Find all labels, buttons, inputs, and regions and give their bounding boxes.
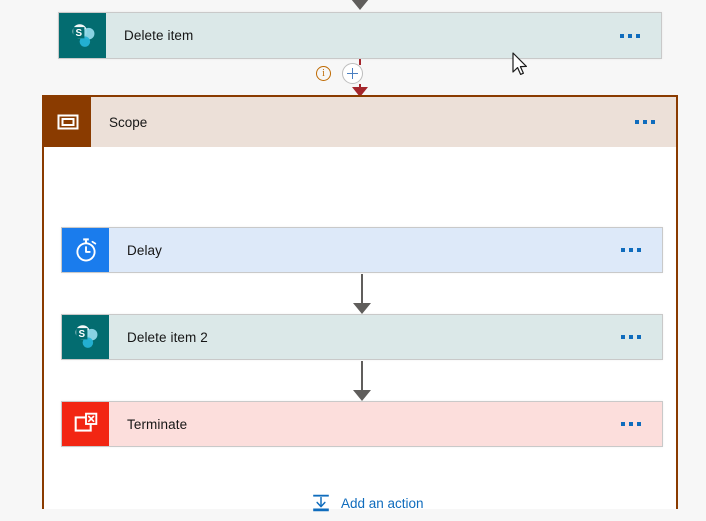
menu-dot — [637, 422, 641, 426]
action-card-label: Delete item — [124, 28, 194, 43]
insert-action-node[interactable]: i — [316, 63, 363, 84]
menu-dot — [629, 422, 633, 426]
menu-dot — [628, 33, 632, 38]
action-card-menu-button[interactable] — [608, 402, 662, 446]
connector-arrow-delete-to-terminate — [349, 361, 375, 401]
action-card-delete-item[interactable]: S Delete item — [58, 12, 662, 59]
menu-dot — [651, 120, 655, 124]
sharepoint-icon: S — [62, 315, 109, 359]
action-card-label: Delete item 2 — [127, 329, 208, 345]
scope-title: Scope — [109, 114, 148, 130]
scope-body: Delay S Delete item 2 Terminate Add an a… — [44, 147, 676, 512]
menu-dot — [621, 335, 625, 339]
stopwatch-icon — [62, 228, 109, 272]
scope-header[interactable]: Scope — [44, 97, 676, 147]
scope-rectangle-icon — [44, 97, 91, 147]
menu-dot — [635, 120, 639, 124]
action-card-menu-button[interactable] — [608, 315, 662, 359]
add-action-label: Add an action — [341, 495, 424, 511]
sharepoint-icon: S — [59, 13, 106, 58]
menu-dot — [637, 248, 641, 252]
menu-dot — [621, 422, 625, 426]
add-step-plus-button[interactable] — [342, 63, 363, 84]
add-an-action-button[interactable]: Add an action — [310, 492, 424, 514]
terminate-icon — [62, 402, 109, 446]
action-card-menu-button[interactable] — [607, 13, 661, 58]
svg-text:S: S — [78, 329, 85, 340]
info-icon[interactable]: i — [316, 66, 331, 81]
action-card-delay[interactable]: Delay — [61, 227, 663, 273]
scope-menu-button[interactable] — [622, 97, 676, 147]
action-card-label: Terminate — [127, 416, 188, 432]
mouse-cursor — [511, 52, 529, 83]
add-action-icon — [310, 492, 332, 514]
action-card-delete-item-2[interactable]: S Delete item 2 — [61, 314, 663, 360]
menu-dot — [636, 33, 640, 38]
menu-dot — [637, 335, 641, 339]
action-card-menu-button[interactable] — [608, 228, 662, 272]
connector-arrow-delay-to-delete — [349, 274, 375, 314]
menu-dot — [620, 33, 624, 38]
menu-dot — [629, 248, 633, 252]
action-card-label: Delay — [127, 242, 163, 258]
menu-dot — [629, 335, 633, 339]
menu-dot — [643, 120, 647, 124]
scope-container[interactable]: Scope Delay S Delete item 2 Terminate Ad… — [42, 95, 678, 512]
menu-dot — [621, 248, 625, 252]
svg-text:S: S — [75, 28, 82, 39]
designer-canvas: S Delete item i Scope Delay S Delete ite… — [0, 0, 706, 521]
action-card-terminate[interactable]: Terminate — [61, 401, 663, 447]
incoming-arrow — [347, 0, 373, 10]
